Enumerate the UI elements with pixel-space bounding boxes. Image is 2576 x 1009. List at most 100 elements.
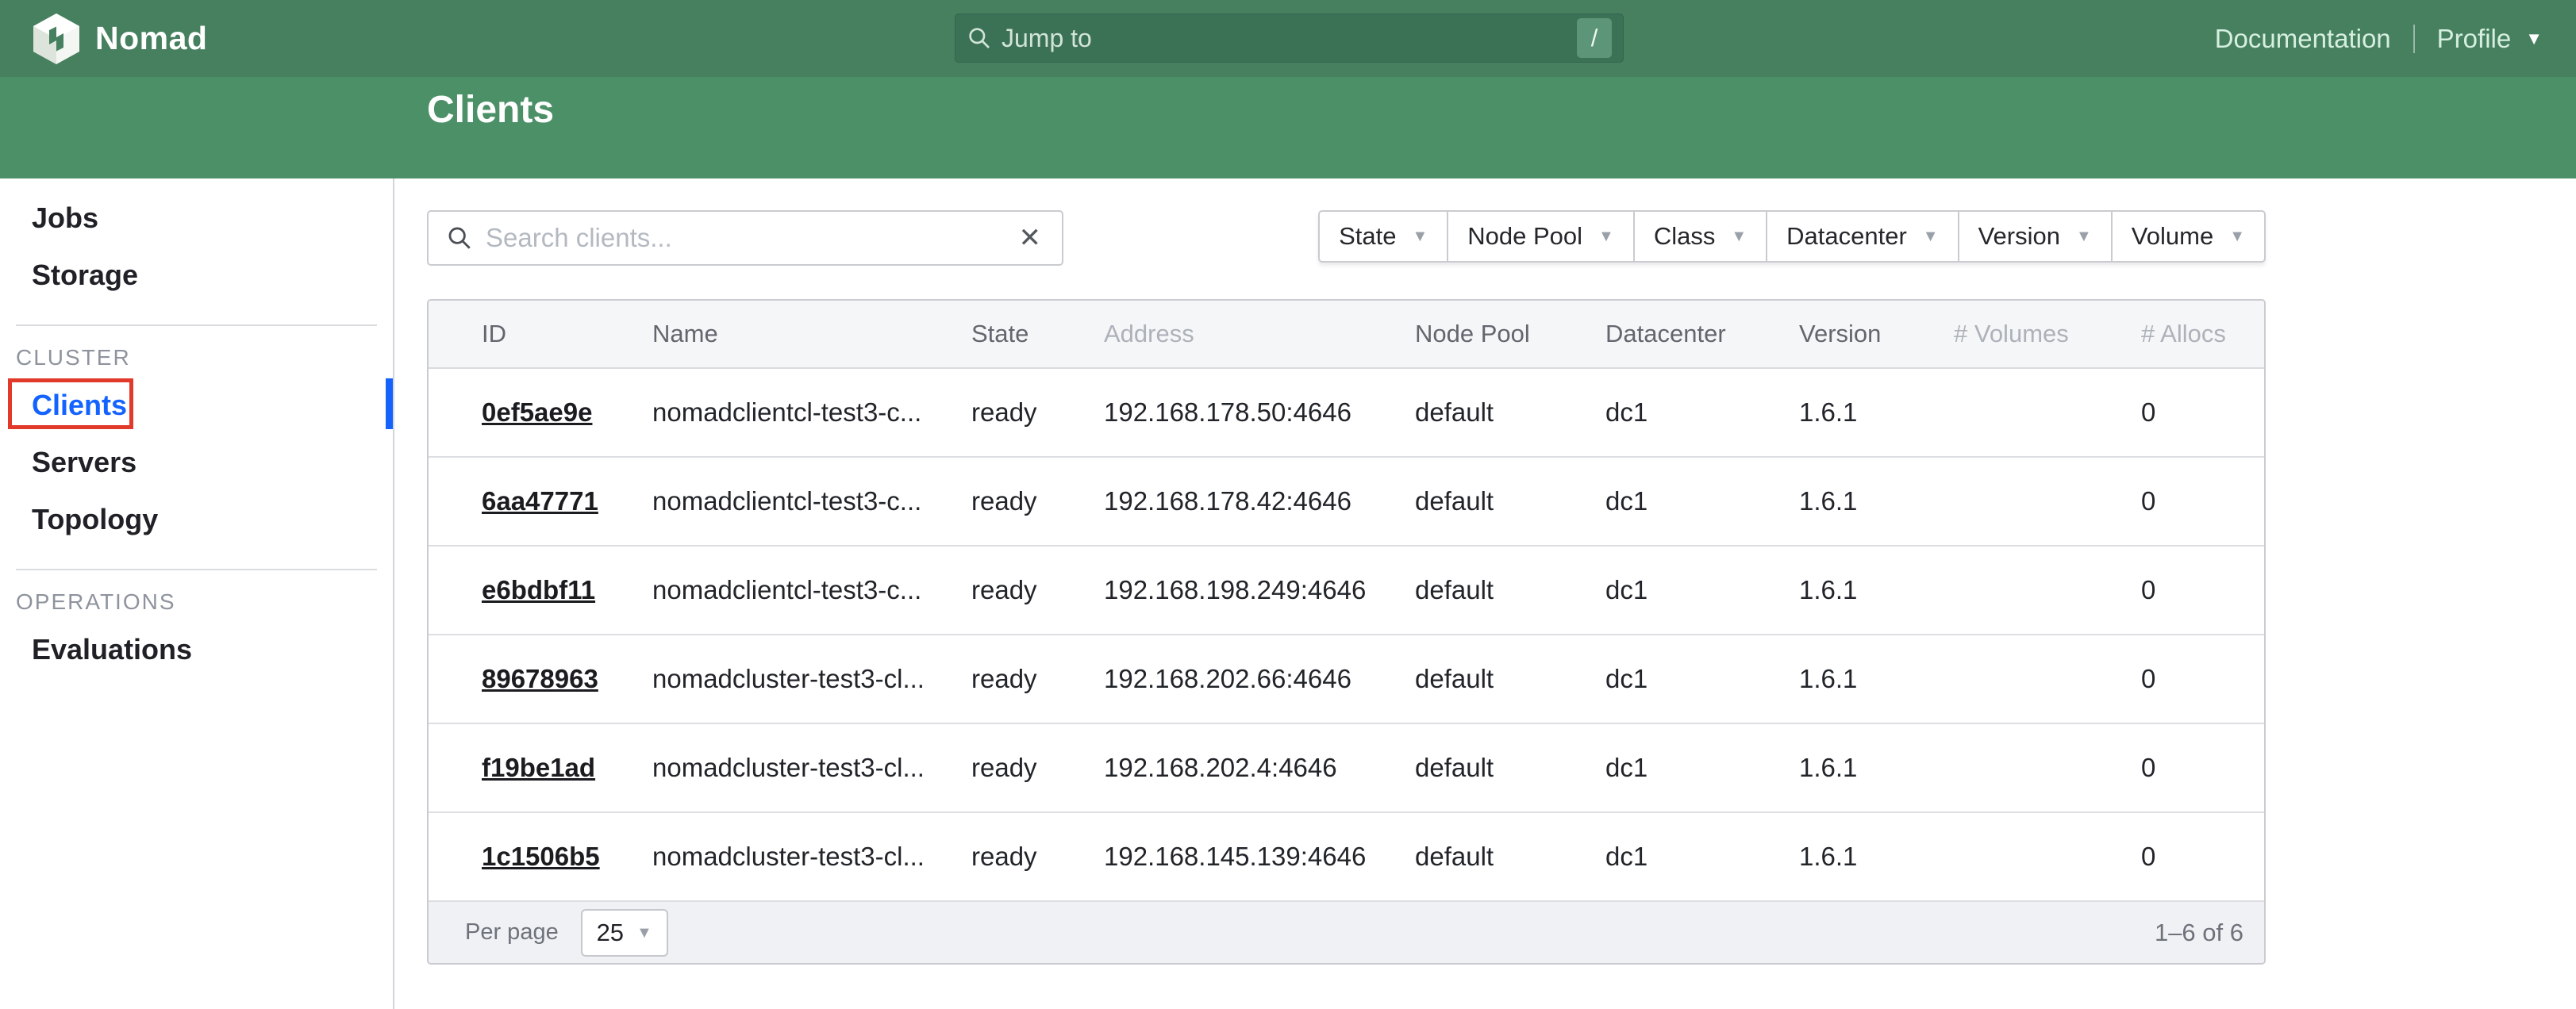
page-title: Clients [427,88,2576,132]
client-node-pool-cell: default [1415,812,1605,901]
slash-shortcut-key: / [1577,18,1612,58]
chevron-down-icon: ▼ [1731,228,1747,244]
client-version-cell: 1.6.1 [1799,635,1954,723]
filter-datacenter-button[interactable]: Datacenter ▼ [1767,210,1959,263]
sidebar-divider [16,324,377,326]
client-state-cell: ready [971,368,1104,457]
active-indicator-bar [386,378,393,429]
filter-node-pool-button[interactable]: Node Pool ▼ [1448,210,1635,263]
client-address-cell: 192.168.178.50:4646 [1104,368,1415,457]
column-header-version[interactable]: Version [1799,301,1954,368]
column-header-node-pool[interactable]: Node Pool [1415,301,1605,368]
client-state-cell: ready [971,635,1104,723]
clients-search-input[interactable] [486,223,1016,253]
chevron-down-icon: ▼ [636,925,652,941]
client-volumes-cell [1954,546,2141,635]
column-header-id[interactable]: ID [429,301,652,368]
table-footer: Per page 25 ▼ 1–6 of 6 [429,902,2264,963]
profile-menu[interactable]: Profile ▼ [2437,24,2543,54]
filter-version-button[interactable]: Version ▼ [1959,210,2113,263]
per-page-select[interactable]: 25 ▼ [581,909,668,957]
table-header-row: ID Name State Address Node Pool Datacent… [429,301,2266,368]
sidebar-item-storage[interactable]: Storage [0,247,393,304]
nomad-brand[interactable]: Nomad [33,13,207,64]
client-address-cell: 192.168.198.249:4646 [1104,546,1415,635]
table-row[interactable]: 0ef5ae9e nomadclientcl-test3-c... ready … [429,368,2266,457]
client-version-cell: 1.6.1 [1799,368,1954,457]
table-row[interactable]: 6aa47771 nomadclientcl-test3-c... ready … [429,457,2266,546]
client-datacenter-cell: dc1 [1605,812,1799,901]
filter-volume-button[interactable]: Volume ▼ [2113,210,2266,263]
client-address-cell: 192.168.202.4:4646 [1104,723,1415,812]
client-version-cell: 1.6.1 [1799,812,1954,901]
filter-class-button[interactable]: Class ▼ [1635,210,1767,263]
client-node-pool-cell: default [1415,723,1605,812]
client-id-cell: e6bdbf11 [429,546,652,635]
client-allocs-cell: 0 [2141,368,2266,457]
sidebar-item-jobs[interactable]: Jobs [0,190,393,247]
top-navbar: Nomad Jump to / Documentation Profile ▼ [0,0,2576,77]
table-row[interactable]: 1c1506b5 nomadcluster-test3-cl... ready … [429,812,2266,901]
column-header-address: Address [1104,301,1415,368]
sidebar-section-operations: OPERATIONS [0,581,393,621]
client-id-link[interactable]: e6bdbf11 [482,575,595,604]
client-name-cell: nomadclientcl-test3-c... [652,457,971,546]
table-row[interactable]: 89678963 nomadcluster-test3-cl... ready … [429,635,2266,723]
column-header-name[interactable]: Name [652,301,971,368]
client-datacenter-cell: dc1 [1605,723,1799,812]
client-id-cell: f19be1ad [429,723,652,812]
client-state-cell: ready [971,723,1104,812]
table-row[interactable]: e6bdbf11 nomadclientcl-test3-c... ready … [429,546,2266,635]
column-header-state[interactable]: State [971,301,1104,368]
sidebar-item-topology[interactable]: Topology [0,491,393,548]
page-header: Clients [0,77,2576,178]
sidebar-section-cluster: CLUSTER [0,337,393,377]
documentation-link[interactable]: Documentation [2215,24,2391,54]
sidebar: Jobs Storage CLUSTER Clients Servers Top… [0,178,394,1009]
client-name-cell: nomadclientcl-test3-c... [652,546,971,635]
client-address-cell: 192.168.145.139:4646 [1104,812,1415,901]
sidebar-item-servers[interactable]: Servers [0,434,393,491]
client-id-link[interactable]: 0ef5ae9e [482,397,592,427]
chevron-down-icon: ▼ [2229,228,2245,244]
filter-state-button[interactable]: State ▼ [1318,210,1448,263]
client-name-cell: nomadcluster-test3-cl... [652,723,971,812]
client-allocs-cell: 0 [2141,635,2266,723]
sidebar-item-evaluations[interactable]: Evaluations [0,621,393,678]
jump-to-placeholder: Jump to [1002,24,1092,53]
jump-to-search[interactable]: Jump to / [955,13,1624,63]
client-allocs-cell: 0 [2141,812,2266,901]
client-state-cell: ready [971,812,1104,901]
client-id-link[interactable]: f19be1ad [482,753,595,782]
client-node-pool-cell: default [1415,457,1605,546]
brand-name: Nomad [95,20,207,57]
toolbar: ✕ State ▼ Node Pool ▼ Class ▼ Datacenter… [427,210,2266,266]
sidebar-item-clients[interactable]: Clients [0,377,393,434]
client-datacenter-cell: dc1 [1605,546,1799,635]
client-id-link[interactable]: 89678963 [482,664,598,693]
client-datacenter-cell: dc1 [1605,368,1799,457]
per-page-label: Per page [465,919,559,946]
client-allocs-cell: 0 [2141,723,2266,812]
column-header-datacenter[interactable]: Datacenter [1605,301,1799,368]
client-state-cell: ready [971,457,1104,546]
client-state-cell: ready [971,546,1104,635]
clients-search-field[interactable]: ✕ [427,210,1063,266]
client-address-cell: 192.168.178.42:4646 [1104,457,1415,546]
client-id-cell: 0ef5ae9e [429,368,652,457]
client-version-cell: 1.6.1 [1799,457,1954,546]
chevron-down-icon: ▼ [1598,228,1614,244]
navbar-divider [2413,25,2415,53]
client-id-link[interactable]: 6aa47771 [482,486,598,516]
chevron-down-icon: ▼ [2076,228,2092,244]
client-id-link[interactable]: 1c1506b5 [482,842,600,871]
column-header-volumes: # Volumes [1954,301,2141,368]
column-header-allocs: # Allocs [2141,301,2266,368]
table-row[interactable]: f19be1ad nomadcluster-test3-cl... ready … [429,723,2266,812]
chevron-down-icon: ▼ [1412,228,1428,244]
client-allocs-cell: 0 [2141,457,2266,546]
client-name-cell: nomadclientcl-test3-c... [652,368,971,457]
client-datacenter-cell: dc1 [1605,635,1799,723]
client-volumes-cell [1954,723,2141,812]
clear-search-icon[interactable]: ✕ [1016,222,1045,254]
